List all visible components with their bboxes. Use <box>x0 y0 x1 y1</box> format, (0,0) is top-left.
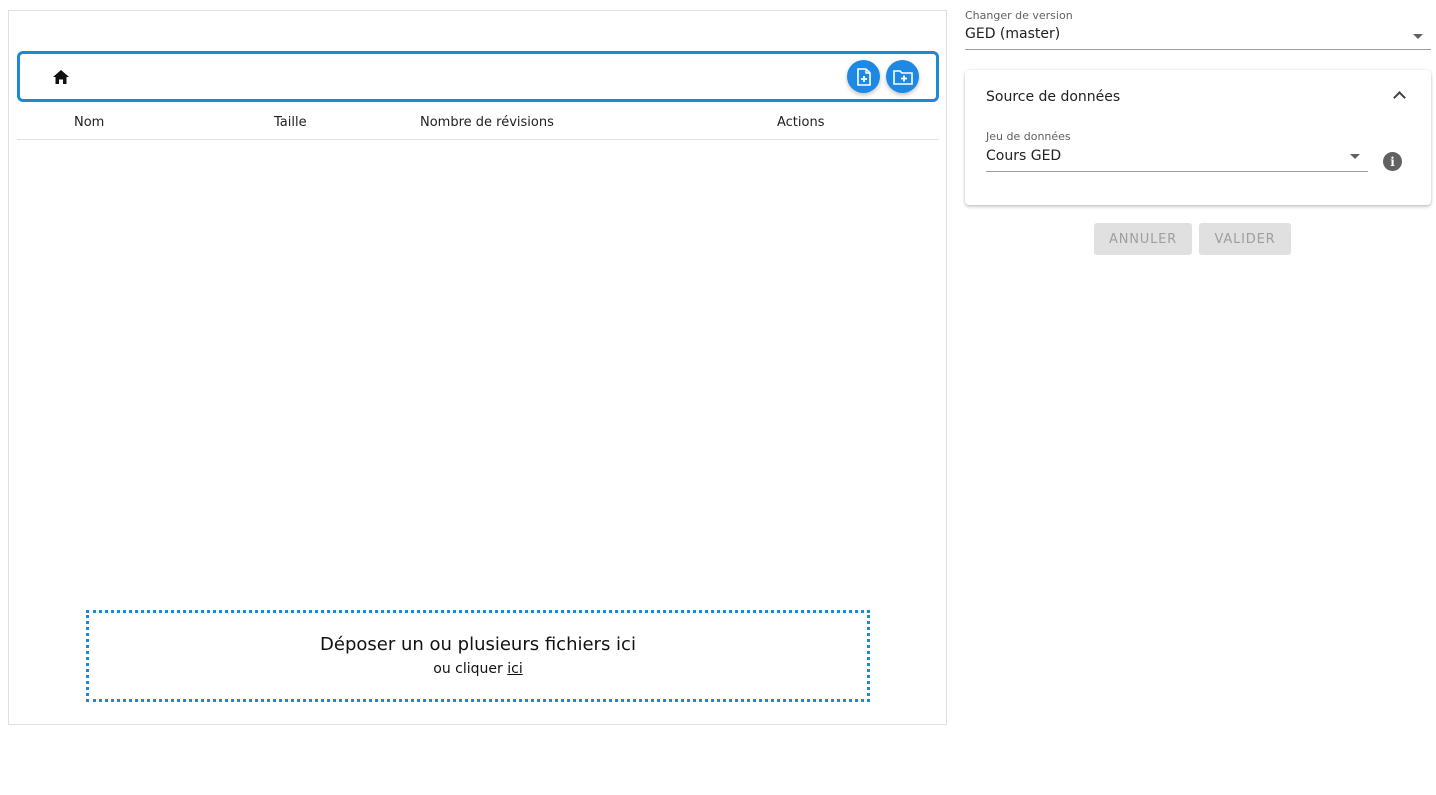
info-icon[interactable]: i <box>1383 152 1402 171</box>
chevron-up-icon[interactable] <box>1393 91 1406 104</box>
version-value: GED (master) <box>965 26 1061 42</box>
file-toolbar <box>17 51 939 102</box>
dropzone-title: Déposer un ou plusieurs fichiers ici <box>320 634 636 655</box>
dropzone-subtitle: ou cliquer ici <box>89 661 867 677</box>
data-source-card: Source de données Jeu de données Cours G… <box>965 70 1431 205</box>
column-header-revisions[interactable]: Nombre de révisions <box>420 115 554 130</box>
column-header-actions: Actions <box>777 115 825 130</box>
column-header-size[interactable]: Taille <box>274 115 307 130</box>
dataset-label: Jeu de données <box>986 130 1071 143</box>
column-header-name[interactable]: Nom <box>74 115 104 130</box>
file-dropzone[interactable]: Déposer un ou plusieurs fichiers ici ou … <box>86 610 870 702</box>
home-icon[interactable] <box>50 66 72 88</box>
file-browser-panel: Nom Taille Nombre de révisions Actions D… <box>8 10 947 725</box>
cancel-button[interactable]: ANNULER <box>1094 223 1192 255</box>
version-label: Changer de version <box>965 9 1073 22</box>
validate-button[interactable]: VALIDER <box>1199 223 1291 255</box>
table-header: Nom Taille Nombre de révisions Actions <box>17 111 939 140</box>
dropzone-click-link[interactable]: ici <box>507 661 522 677</box>
version-select[interactable]: GED (master) <box>965 24 1431 50</box>
add-folder-button[interactable] <box>886 60 919 93</box>
caret-down-icon <box>1413 34 1423 39</box>
file-plus-icon <box>856 67 871 86</box>
data-source-title: Source de données <box>986 89 1121 105</box>
data-source-header[interactable]: Source de données <box>965 70 1431 126</box>
dataset-select[interactable]: Cours GED <box>986 146 1368 172</box>
add-file-button[interactable] <box>847 60 880 93</box>
dropzone-subtitle-prefix: ou cliquer <box>433 661 503 677</box>
folder-plus-icon <box>892 69 913 85</box>
caret-down-icon <box>1350 154 1360 159</box>
dataset-value: Cours GED <box>986 148 1062 164</box>
